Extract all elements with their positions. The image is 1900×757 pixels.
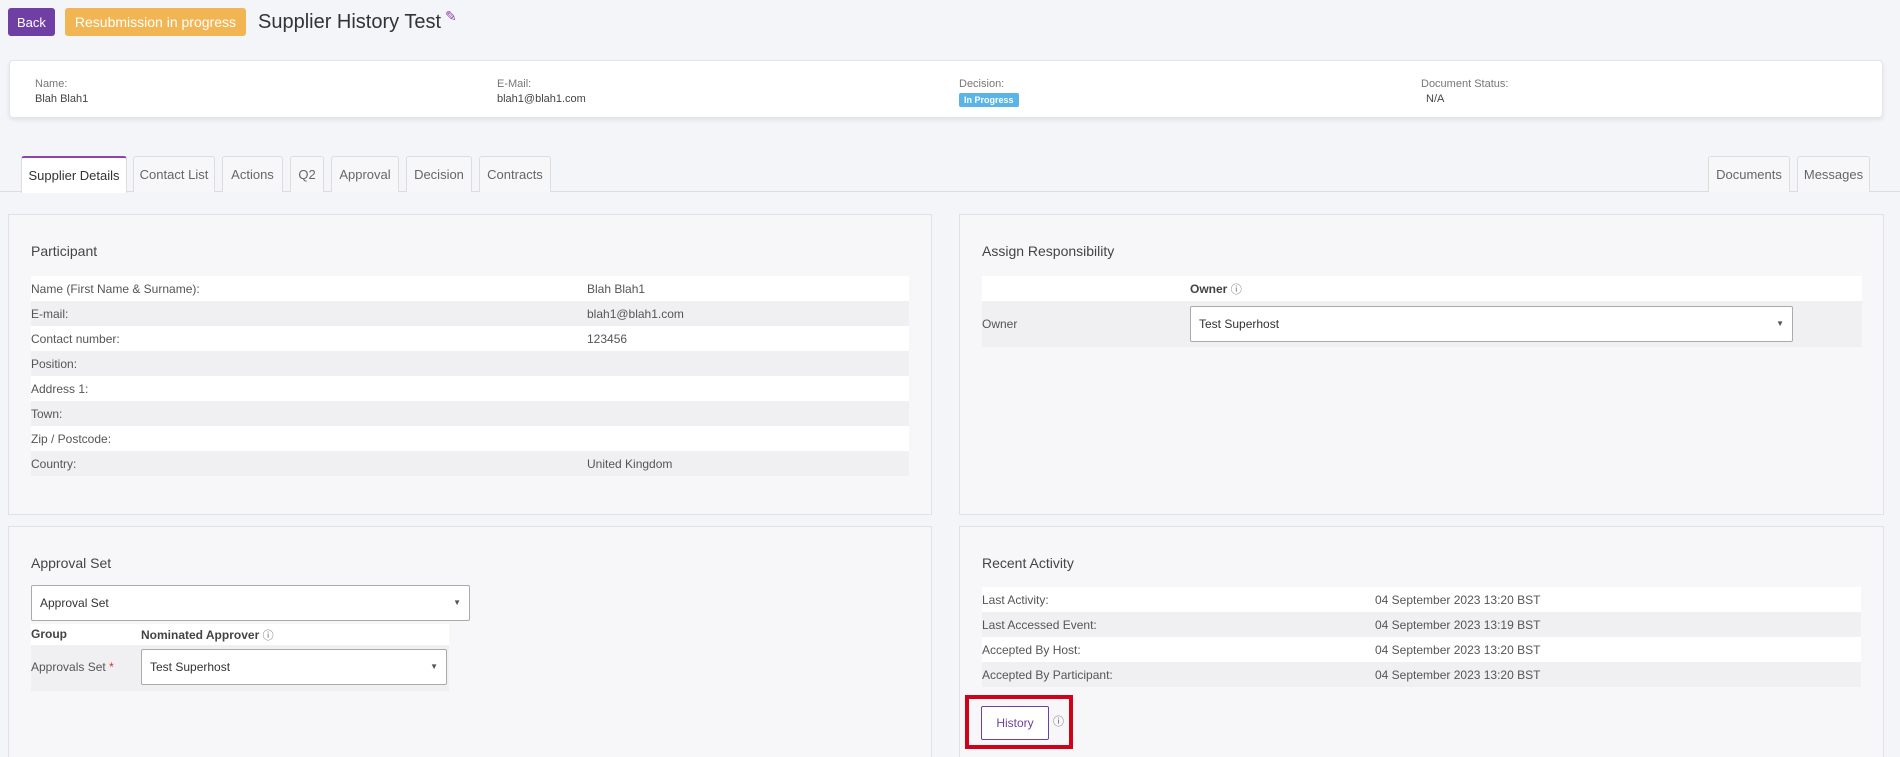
summary-name: Name: Blah Blah1 (35, 78, 88, 105)
required-mark: * (109, 660, 114, 674)
responsibility-title: Assign Responsibility (982, 243, 1115, 259)
info-icon[interactable]: ⓘ (1053, 713, 1064, 729)
history-highlight: History ⓘ (965, 695, 1073, 749)
activity-row: Accepted By Host: 04 September 2023 13:20… (982, 637, 1861, 662)
approval-set-title: Approval Set (31, 555, 112, 571)
tab-supplier-details[interactable]: Supplier Details (21, 156, 127, 193)
participant-row-email: E-mail: blah1@blah1.com (31, 301, 909, 326)
activity-label: Accepted By Host: (982, 642, 1081, 657)
participant-label: Contact number: (31, 331, 120, 346)
summary-email-value: blah1@blah1.com (497, 93, 586, 105)
participant-label: Name (First Name & Surname): (31, 281, 200, 296)
participant-label: Country: (31, 456, 77, 471)
activity-value: 04 September 2023 13:19 BST (1375, 617, 1541, 632)
participant-label: E-mail: (31, 306, 69, 321)
summary-doc-status: Document Status: N/A (1421, 78, 1508, 105)
info-icon: ⓘ (1230, 284, 1242, 296)
tab-decision[interactable]: Decision (406, 156, 472, 192)
participant-value: Blah Blah1 (587, 281, 646, 296)
info-icon: ⓘ (262, 630, 274, 642)
tab-documents[interactable]: Documents (1708, 156, 1790, 192)
activity-value: 04 September 2023 13:20 BST (1375, 667, 1541, 682)
approver-header: Nominated Approver ⓘ (141, 628, 274, 642)
approval-row: Approvals Set * Test Superhost ▼ (31, 645, 449, 691)
activity-label: Last Accessed Event: (982, 617, 1097, 632)
tab-contracts[interactable]: Contracts (479, 156, 551, 192)
approver-select[interactable]: Test Superhost ▼ (141, 649, 447, 685)
participant-value: United Kingdom (587, 456, 673, 471)
tab-q2[interactable]: Q2 (290, 156, 324, 192)
participant-row-town: Town: (31, 401, 909, 426)
participant-row-address: Address 1: (31, 376, 909, 401)
owner-header-row: Owner ⓘ (982, 276, 1862, 301)
owner-row: Owner Test Superhost ▼ (982, 301, 1862, 347)
summary-decision-label: Decision: (959, 78, 1005, 90)
back-button[interactable]: Back (8, 8, 55, 36)
participant-label: Address 1: (31, 381, 89, 396)
participant-row-country: Country: United Kingdom (31, 451, 909, 476)
owner-header: Owner ⓘ (1190, 282, 1242, 296)
group-header: Group (31, 627, 67, 641)
approver-select-value: Test Superhost (150, 660, 231, 674)
edit-icon[interactable]: ✎ (445, 8, 457, 25)
activity-label: Accepted By Participant: (982, 667, 1113, 682)
approval-set-select[interactable]: Approval Set ▼ (31, 585, 470, 621)
summary-doc-status-label: Document Status: (1421, 78, 1509, 90)
activity-row: Last Activity: 04 September 2023 13:20 BS… (982, 587, 1861, 612)
participant-label: Zip / Postcode: (31, 431, 112, 446)
summary-email-label: E-Mail: (497, 78, 532, 90)
approval-set-select-value: Approval Set (40, 596, 109, 610)
tab-messages[interactable]: Messages (1797, 156, 1870, 192)
summary-name-label: Name: (35, 78, 68, 90)
approval-row-label: Approvals Set * (31, 660, 114, 674)
responsibility-panel: Assign Responsibility Owner ⓘ Owner Test… (959, 214, 1884, 515)
summary-card: Name: Blah Blah1 E-Mail: blah1@blah1.com… (9, 60, 1883, 118)
approval-header-row: Group Nominated Approver ⓘ (31, 624, 449, 645)
participant-row-name: Name (First Name & Surname): Blah Blah1 (31, 276, 909, 301)
tab-bar: Supplier Details Contact List Actions Q2… (0, 156, 1900, 193)
status-badge: Resubmission in progress (64, 8, 246, 36)
activity-value: 04 September 2023 13:20 BST (1375, 642, 1541, 657)
participant-label: Position: (31, 356, 78, 371)
chevron-down-icon: ▼ (1776, 319, 1784, 328)
decision-badge: In Progress (959, 93, 1019, 107)
participant-row-zip: Zip / Postcode: (31, 426, 909, 451)
history-button[interactable]: History (981, 706, 1049, 740)
participant-value: 123456 (587, 331, 628, 346)
top-bar: Back Resubmission in progress Supplier H… (8, 8, 457, 36)
activity-value: 04 September 2023 13:20 BST (1375, 592, 1541, 607)
approval-set-panel: Approval Set Approval Set ▼ Group Nomina… (8, 526, 932, 757)
participant-label: Town: (31, 406, 63, 421)
recent-activity-title: Recent Activity (982, 555, 1074, 571)
tab-approval[interactable]: Approval (331, 156, 399, 192)
tab-actions[interactable]: Actions (222, 156, 283, 192)
owner-select-value: Test Superhost (1199, 317, 1280, 331)
tab-contact-list[interactable]: Contact List (133, 156, 215, 192)
activity-label: Last Activity: (982, 592, 1049, 607)
summary-name-value: Blah Blah1 (35, 93, 89, 105)
activity-row: Accepted By Participant: 04 September 202… (982, 662, 1861, 687)
summary-doc-status-value: N/A (1426, 93, 1445, 105)
page-title: Supplier History Test (257, 10, 442, 33)
participant-title: Participant (31, 243, 98, 259)
participant-row-contact: Contact number: 123456 (31, 326, 909, 351)
participant-value: blah1@blah1.com (587, 306, 684, 321)
participant-table: Name (First Name & Surname): Blah Blah1 E… (31, 276, 909, 476)
recent-activity-table: Last Activity: 04 September 2023 13:20 BS… (982, 587, 1861, 687)
summary-email: E-Mail: blah1@blah1.com (497, 78, 586, 105)
participant-row-position: Position: (31, 351, 909, 376)
chevron-down-icon: ▼ (453, 598, 461, 607)
recent-activity-panel: Recent Activity Last Activity: 04 Septemb… (959, 526, 1884, 757)
participant-panel: Participant Name (First Name & Surname):… (8, 214, 932, 515)
owner-select[interactable]: Test Superhost ▼ (1190, 306, 1793, 342)
chevron-down-icon: ▼ (430, 662, 438, 671)
summary-decision: Decision: In Progress (959, 78, 1019, 107)
activity-row: Last Accessed Event: 04 September 2023 13… (982, 612, 1861, 637)
owner-row-label: Owner (982, 317, 1018, 331)
